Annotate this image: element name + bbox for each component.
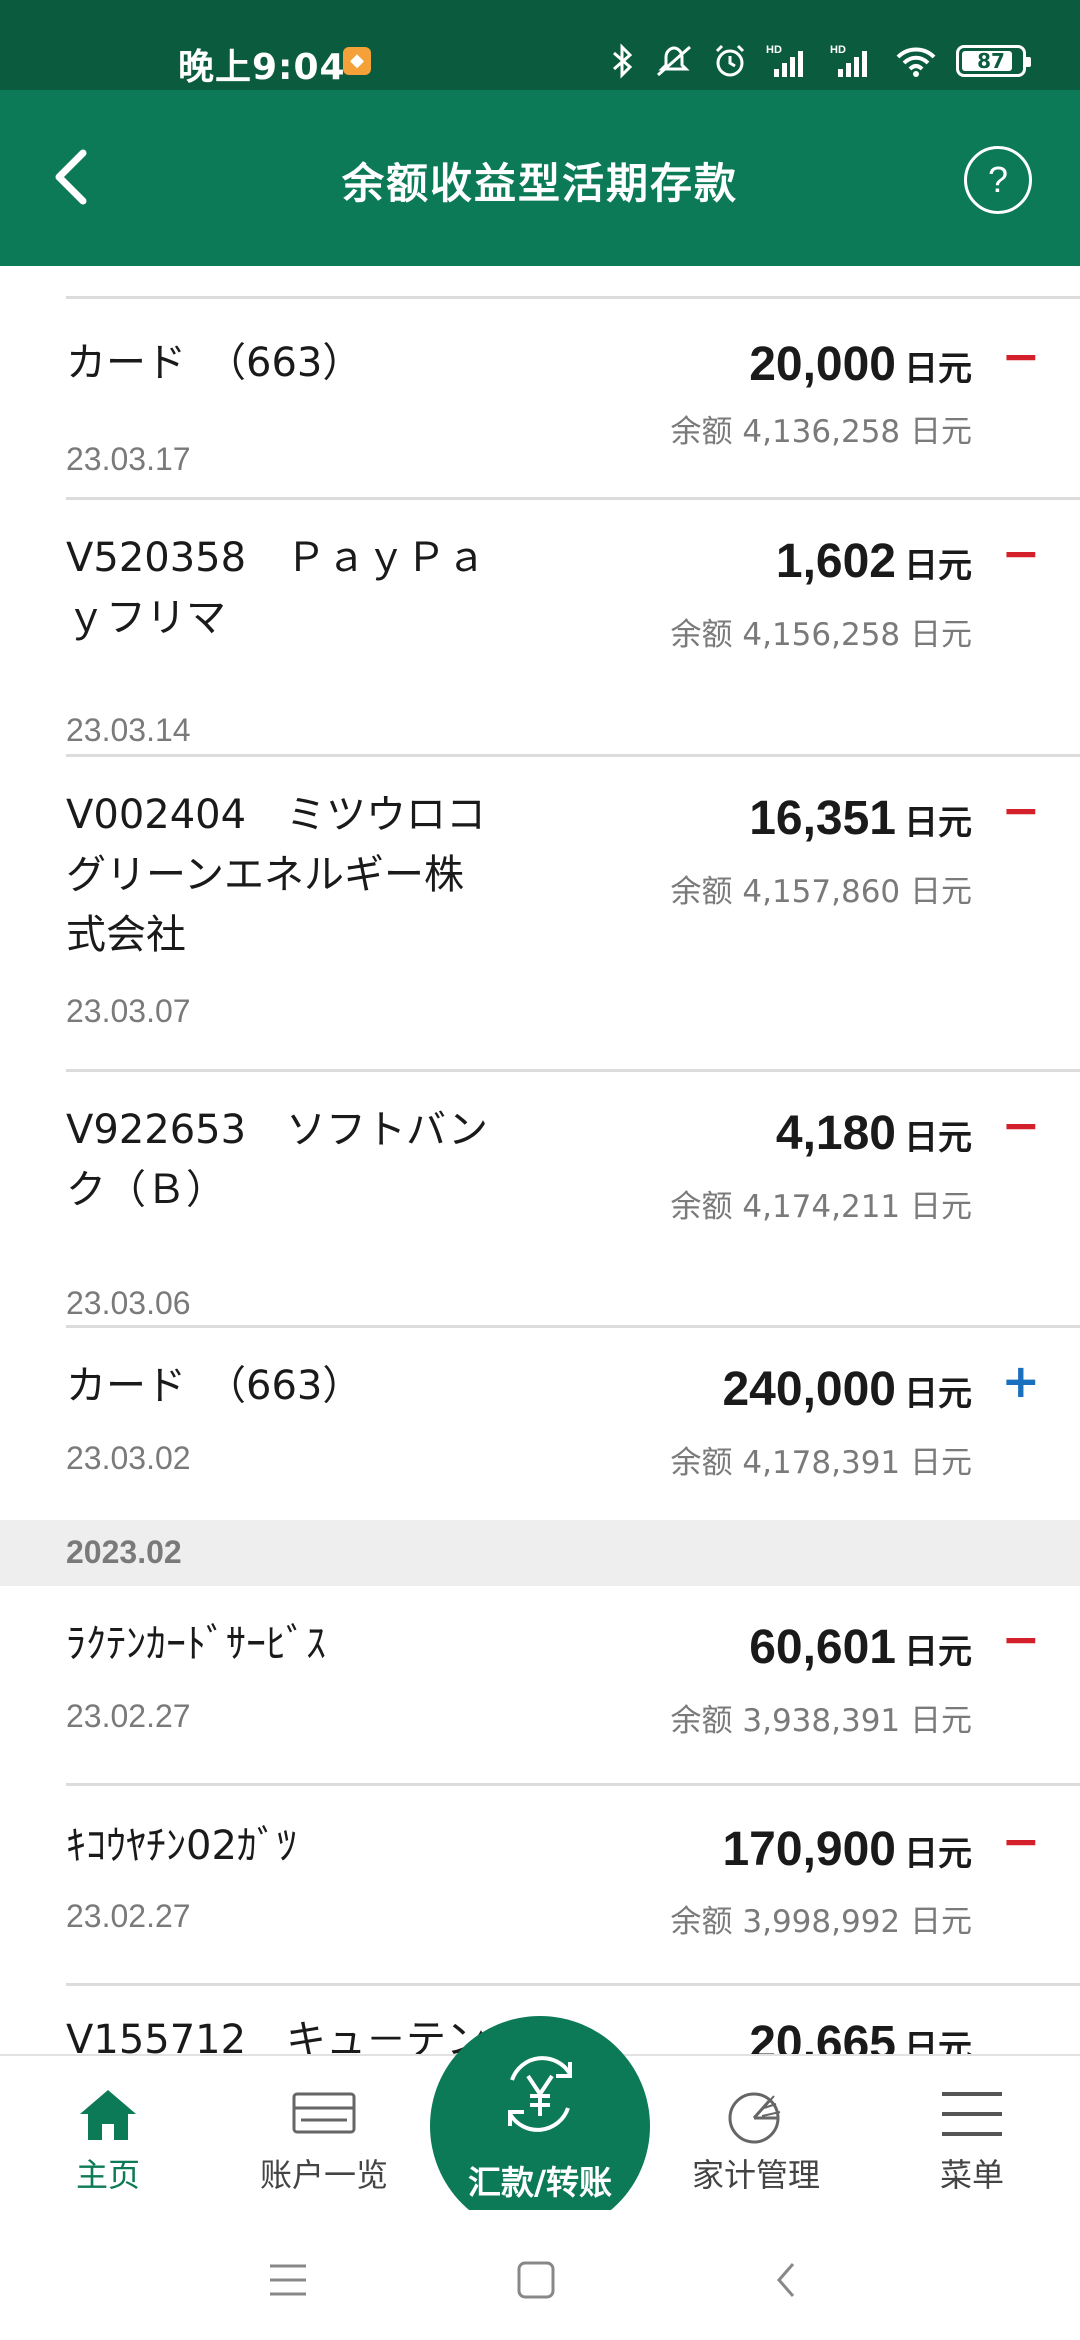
credit-sign: + [1001, 1354, 1040, 1408]
debit-sign: − [1001, 526, 1040, 580]
transaction-name: ｷｺｳﾔﾁﾝ02ｶﾞﾂ [66, 1823, 297, 1869]
transaction-name: V922653 ソフトバンク（Ｂ） [66, 1107, 489, 1213]
transaction-row[interactable]: カード （663） 23.03.02 240,000 日元 + 余额 4,178,… [0, 1328, 1080, 1520]
transaction-date: 23.03.07 [66, 993, 191, 1029]
transaction-date: 23.03.17 [66, 441, 191, 477]
nav-menu-label: 菜单 [939, 2156, 1004, 2194]
transaction-amount: 16,351 日元 [749, 792, 972, 845]
transaction-balance: 余额 3,938,391 日元 [670, 1703, 972, 1739]
transaction-name: V520358 ＰａｙＰａｙフリマ [66, 535, 487, 641]
back-triangle-icon [777, 2263, 795, 2297]
transaction-balance: 余额 4,178,391 日元 [670, 1445, 972, 1481]
home-system-button[interactable] [506, 2250, 566, 2310]
transfer-label: 汇款/转账 [467, 2163, 613, 2202]
nav-budget[interactable]: 家计管理 [656, 2056, 856, 2212]
month-label: 2023.02 [66, 1534, 182, 1570]
debit-sign: − [1001, 1814, 1040, 1868]
transaction-list[interactable]: カード （663） 23.03.17 20,000 日元 − 余额 4,136,2… [0, 266, 1080, 2054]
transaction-balance: 余额 3,998,992 日元 [670, 1904, 972, 1940]
transaction-name: カード （663） [66, 1363, 363, 1409]
nav-budget-label: 家计管理 [691, 2156, 820, 2194]
transaction-amount: 170,900 日元 [722, 1823, 972, 1876]
transaction-date: 23.03.02 [66, 1440, 191, 1476]
month-header: 2023.02 [0, 1520, 1080, 1586]
transaction-amount: 60,601 日元 [749, 1621, 972, 1674]
transaction-balance: 余额 4,136,258 日元 [670, 414, 972, 450]
transaction-date: 23.02.27 [66, 1698, 191, 1734]
transaction-name: V002404 ミツウロコグリーンエネルギー株式会社 [66, 792, 487, 958]
status-icons: HD HD 87 [610, 38, 1031, 84]
pie-chart-icon [728, 2092, 781, 2144]
transaction-amount: 240,000 日元 [722, 1363, 972, 1416]
transaction-amount: 1,602 日元 [775, 535, 972, 588]
nav-home-label: 主页 [75, 2156, 140, 2194]
status-time: 晚上9:04 [178, 47, 346, 88]
battery-level: 87 [977, 49, 1005, 73]
nav-accounts[interactable]: 账户一览 [224, 2056, 424, 2212]
bluetooth-icon [613, 43, 633, 79]
card-icon [292, 2092, 356, 2134]
recents-button[interactable] [258, 2250, 318, 2310]
debit-sign: − [1001, 1612, 1040, 1666]
debit-sign: − [1001, 329, 1040, 383]
transfer-button[interactable]: 汇款/转账 [430, 2016, 650, 2236]
transaction-amount: 20,665 日元 [749, 2017, 972, 2054]
transaction-amount: 4,180 日元 [775, 1107, 972, 1160]
alarm-icon [715, 44, 745, 77]
signal-hd-icon: HD [766, 44, 803, 77]
help-button[interactable]: ? [964, 146, 1032, 214]
nav-menu[interactable]: 菜单 [872, 2056, 1072, 2212]
mute-icon [657, 45, 691, 77]
transaction-row[interactable]: V922653 ソフトバンク（Ｂ） 23.03.06 4,180 日元 − 余额 … [0, 1072, 1080, 1327]
help-icon: ? [987, 159, 1009, 200]
debit-sign: − [1001, 783, 1040, 837]
transaction-row[interactable]: V520358 ＰａｙＰａｙフリマ 23.03.14 1,602 日元 − 余额 … [0, 500, 1080, 755]
transaction-date: 23.03.14 [66, 712, 191, 748]
recents-icon [270, 2264, 306, 2296]
transaction-amount: 20,000 日元 [749, 338, 972, 391]
transaction-name: ﾗｸﾃﾝｶｰﾄﾞｻｰﾋﾞｽ [66, 1621, 326, 1667]
nav-home[interactable]: 主页 [8, 2056, 208, 2212]
menu-icon [942, 2092, 1002, 2136]
app-header: 余额收益型活期存款 ? [0, 90, 1080, 266]
transaction-row[interactable]: ﾗｸﾃﾝｶｰﾄﾞｻｰﾋﾞｽ 23.02.27 60,601 日元 − 余额 3,9… [0, 1586, 1080, 1786]
square-home-icon [517, 2261, 555, 2299]
transaction-row[interactable]: カード （663） 23.03.17 20,000 日元 − 余额 4,136,2… [0, 299, 1080, 499]
svg-text:HD: HD [830, 44, 846, 56]
signal-hd-icon: HD [830, 44, 867, 77]
home-icon [80, 2090, 136, 2140]
transaction-name: カード （663） [66, 340, 363, 386]
transaction-balance: 余额 4,156,258 日元 [670, 617, 972, 653]
system-navigation-bar [0, 2210, 1080, 2340]
transaction-row[interactable]: ｷｺｳﾔﾁﾝ02ｶﾞﾂ 23.02.27 170,900 日元 − 余额 3,99… [0, 1786, 1080, 1986]
transaction-row[interactable]: V002404 ミツウロコグリーンエネルギー株式会社 23.03.07 16,3… [0, 757, 1080, 1071]
wifi-icon [896, 47, 936, 77]
battery-icon: 87 [956, 45, 1031, 77]
debit-sign: − [1001, 1098, 1040, 1152]
nav-accounts-label: 账户一览 [259, 2156, 388, 2194]
status-bar: 晚上9:04 ◆ HD HD 87 [0, 0, 1080, 90]
transaction-date: 23.02.27 [66, 1898, 191, 1934]
transaction-date: 23.03.06 [66, 1285, 191, 1321]
yen-transfer-icon [508, 2056, 572, 2132]
back-system-button[interactable] [756, 2250, 816, 2310]
transaction-balance: 余额 4,157,860 日元 [670, 874, 972, 910]
page-title: 余额收益型活期存款 [341, 159, 738, 208]
notification-app-icon: ◆ [343, 47, 371, 75]
svg-text:HD: HD [766, 44, 782, 56]
transaction-balance: 余额 4,174,211 日元 [670, 1189, 972, 1225]
